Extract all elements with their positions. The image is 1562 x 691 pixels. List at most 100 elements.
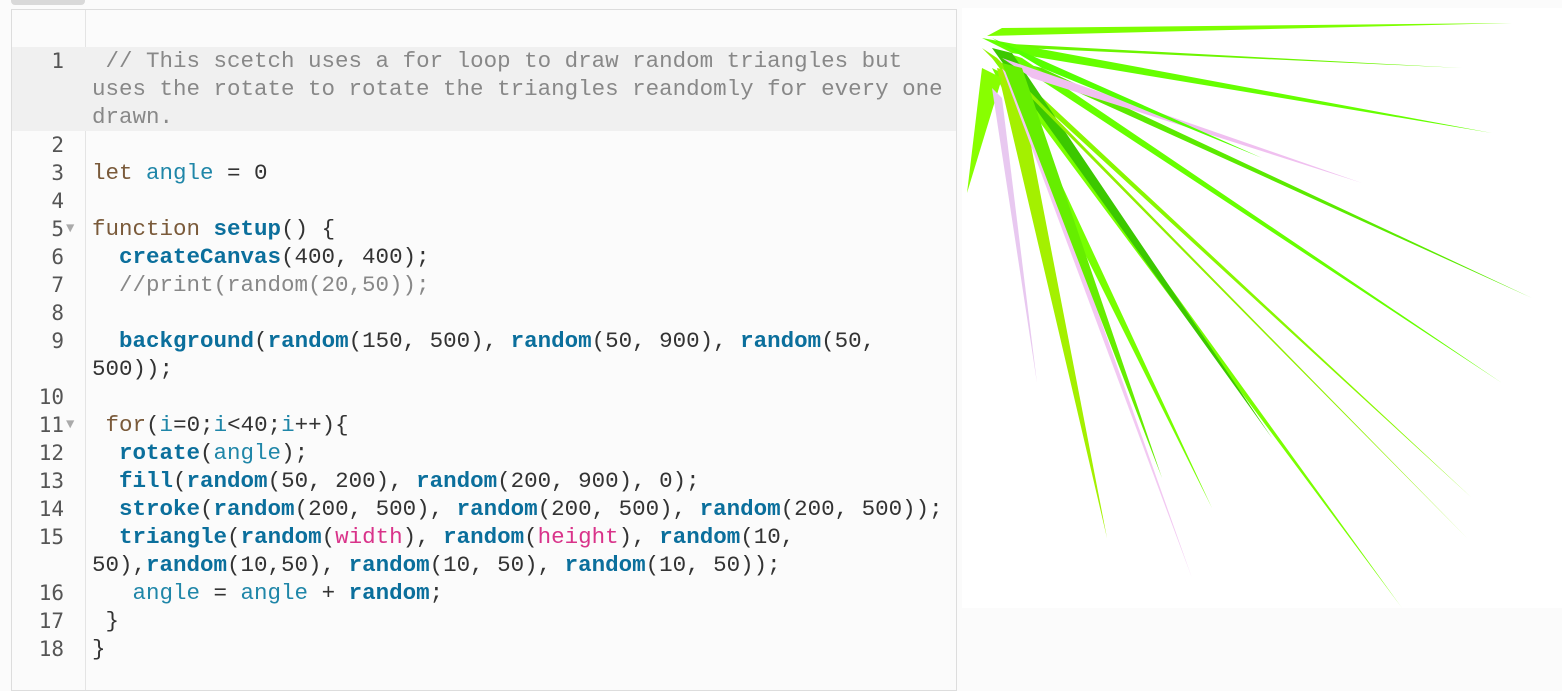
code-line[interactable]: 2 — [12, 131, 956, 159]
code-token: for — [92, 412, 147, 438]
code-line[interactable]: 5 ▼ function setup() { — [12, 215, 956, 243]
code-token: () { — [281, 216, 336, 242]
line-number: 2 — [51, 133, 64, 157]
code-token: (200, 900), 0); — [497, 468, 700, 494]
sketch-output — [967, 23, 1532, 608]
code-token: i — [281, 412, 295, 438]
code-token: createCanvas — [119, 244, 282, 270]
code-token: random — [443, 524, 525, 550]
line-number: 11 — [38, 413, 64, 437]
code-token: function — [92, 216, 201, 242]
code-text: // This scetch uses a for loop to draw r… — [85, 47, 950, 131]
code-token: angle — [132, 580, 201, 606]
code-token: random — [348, 580, 430, 606]
code-token: triangle — [119, 524, 228, 550]
code-line[interactable]: 17 } — [12, 607, 956, 635]
code-token: angle — [213, 440, 282, 466]
line-number: 5 — [51, 217, 64, 241]
code-token: angle — [240, 580, 309, 606]
code-token: ++){ — [294, 412, 349, 438]
code-token: ( — [227, 524, 241, 550]
code-line[interactable]: 9 background(random(150, 500), random(50… — [12, 327, 956, 383]
code-line[interactable]: 1 // This scetch uses a for loop to draw… — [12, 47, 956, 131]
code-line[interactable]: 12 rotate(angle); — [12, 439, 956, 467]
code-token: height — [537, 524, 619, 550]
fold-arrow-icon[interactable]: ▼ — [64, 215, 85, 243]
triangle-shape — [1002, 68, 1472, 498]
line-number: 9 — [51, 329, 64, 353]
code-token: fill — [119, 468, 174, 494]
code-text: function setup() { — [85, 215, 950, 243]
code-token: (50, 200), — [267, 468, 417, 494]
line-number: 16 — [38, 581, 64, 605]
code-token: (10, 50), — [429, 552, 565, 578]
code-token: (150, 500), — [348, 328, 511, 354]
code-text: background(random(150, 500), random(50, … — [85, 327, 950, 383]
line-number: 6 — [51, 245, 64, 269]
code-token: random — [213, 496, 295, 522]
line-number: 18 — [38, 637, 64, 661]
code-editor[interactable]: 1 // This scetch uses a for loop to draw… — [11, 9, 957, 691]
sketch-canvas — [962, 8, 1562, 608]
code-text: angle = angle + random; — [85, 579, 950, 607]
code-token: random — [146, 552, 228, 578]
code-line[interactable]: 13 fill(random(50, 200), random(200, 900… — [12, 467, 956, 495]
code-token: (10,50), — [227, 552, 349, 578]
code-token: = — [200, 580, 241, 606]
code-line[interactable]: 11 ▼ for(i=0;i<40;i++){ — [12, 411, 956, 439]
code-line[interactable]: 15 triangle(random(width), random(height… — [12, 523, 956, 579]
code-token: } — [92, 608, 120, 634]
line-number: 1 — [51, 49, 64, 73]
code-token: random — [699, 496, 781, 522]
code-token: random — [186, 468, 268, 494]
code-text: let angle = 0 — [85, 159, 950, 187]
code-token: stroke — [119, 496, 201, 522]
line-number: 4 — [51, 189, 64, 213]
line-number: 8 — [51, 301, 64, 325]
code-token: random — [348, 552, 430, 578]
code-text: } — [85, 607, 950, 635]
code-line[interactable]: 16 angle = angle + random; — [12, 579, 956, 607]
code-text: fill(random(50, 200), random(200, 900), … — [85, 467, 950, 495]
code-token: random — [240, 524, 322, 550]
triangle-shape — [987, 23, 1512, 36]
code-token: = 0 — [213, 160, 268, 186]
fold-arrow-icon[interactable]: ▼ — [64, 411, 85, 439]
code-line[interactable]: 14 stroke(random(200, 500), random(200, … — [12, 495, 956, 523]
code-token: setup — [213, 216, 282, 242]
code-line[interactable]: 6 createCanvas(400, 400); — [12, 243, 956, 271]
code-token: random — [564, 552, 646, 578]
code-line[interactable]: 3 let angle = 0 — [12, 159, 956, 187]
code-lines[interactable]: 1 // This scetch uses a for loop to draw… — [12, 47, 956, 663]
code-token: ( — [200, 440, 214, 466]
editor-tab[interactable] — [11, 0, 85, 5]
code-line[interactable]: 18} — [12, 635, 956, 663]
code-token: random — [659, 524, 741, 550]
code-token: random — [510, 328, 592, 354]
code-token: ( — [173, 468, 187, 494]
code-text: triangle(random(width), random(height), … — [85, 523, 950, 579]
code-line[interactable]: 7 //print(random(20,50)); — [12, 271, 956, 299]
code-token: ( — [524, 524, 538, 550]
code-token: background — [119, 328, 255, 354]
code-line[interactable]: 10 — [12, 383, 956, 411]
line-number: 7 — [51, 273, 64, 297]
code-line[interactable]: 8 — [12, 299, 956, 327]
code-line[interactable]: 4 — [12, 187, 956, 215]
